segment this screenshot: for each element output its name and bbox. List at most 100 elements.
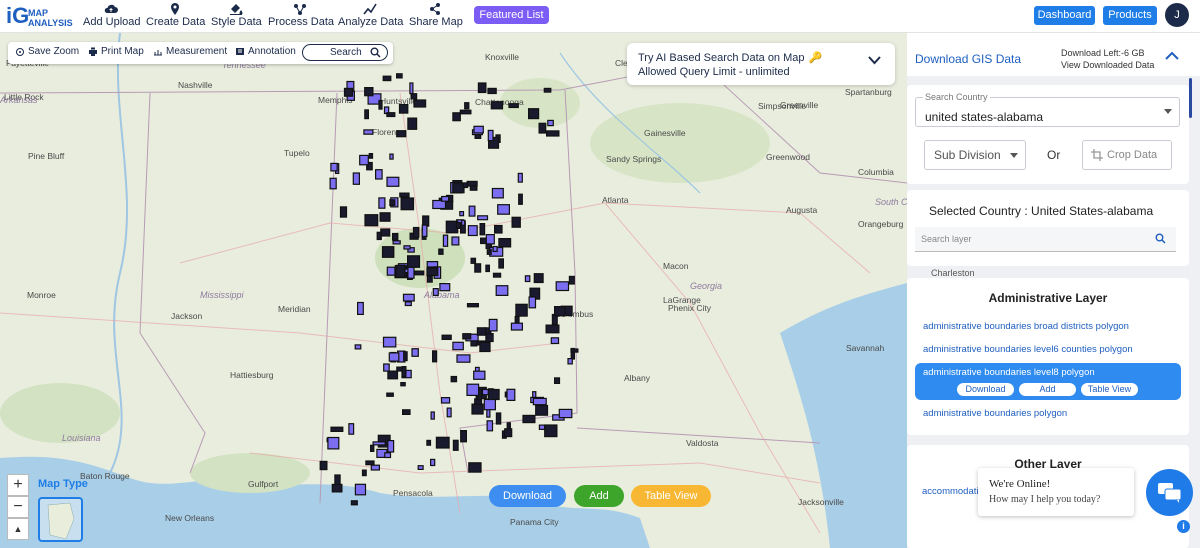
country-select[interactable]: Search Country united states-alabama (915, 92, 1180, 127)
boundary-polygon[interactable] (411, 348, 419, 357)
boundary-polygon[interactable] (396, 73, 403, 79)
boundary-polygon[interactable] (473, 125, 484, 134)
boundary-polygon[interactable] (524, 275, 531, 283)
boundary-polygon[interactable] (392, 240, 401, 245)
boundary-polygon[interactable] (432, 288, 439, 297)
boundary-polygon[interactable] (441, 195, 450, 202)
boundary-polygon[interactable] (567, 358, 573, 365)
layer-download-button[interactable]: Download (957, 383, 1014, 396)
boundary-polygon[interactable] (485, 264, 490, 273)
boundary-polygon[interactable] (486, 420, 494, 432)
boundary-polygon[interactable] (467, 225, 478, 237)
boundary-polygon[interactable] (430, 458, 436, 467)
nav-analyze-data[interactable]: Analyze Data (338, 3, 403, 31)
boundary-polygon[interactable] (396, 130, 407, 138)
save-zoom-button[interactable]: Save Zoom (15, 46, 79, 57)
boundary-polygon[interactable] (487, 388, 500, 401)
boundary-polygon[interactable] (486, 249, 492, 255)
boundary-polygon[interactable] (378, 197, 386, 209)
boundary-polygon[interactable] (407, 255, 421, 268)
boundary-polygon[interactable] (532, 397, 547, 406)
boundary-polygon[interactable] (460, 430, 468, 443)
boundary-polygon[interactable] (464, 102, 470, 110)
view-downloaded-link[interactable]: View Downloaded Data (1061, 59, 1154, 71)
boundary-polygon[interactable] (494, 224, 503, 234)
boundary-polygon[interactable] (528, 296, 537, 309)
boundary-polygon[interactable] (426, 267, 439, 277)
boundary-polygon[interactable] (409, 82, 414, 95)
zoom-in-button[interactable]: + (7, 474, 29, 496)
table-view-button[interactable]: Table View (631, 485, 711, 507)
boundary-polygon[interactable] (398, 103, 409, 114)
download-button[interactable]: Download (489, 485, 566, 507)
boundary-polygon[interactable] (439, 283, 451, 292)
boundary-polygon[interactable] (386, 112, 396, 118)
boundary-polygon[interactable] (479, 341, 491, 353)
boundary-polygon[interactable] (510, 322, 523, 331)
map-type-thumbnail[interactable] (38, 497, 83, 542)
boundary-polygon[interactable] (387, 440, 395, 453)
boundary-polygon[interactable] (412, 226, 420, 238)
boundary-polygon[interactable] (485, 234, 495, 245)
panel-scrollbar[interactable] (1189, 78, 1192, 118)
dashboard-button[interactable]: Dashboard (1034, 6, 1095, 25)
boundary-polygon[interactable] (354, 344, 362, 350)
layer-level8-active[interactable]: administrative boundaries level8 polygon… (915, 363, 1181, 400)
layer-add-button[interactable]: Add (1019, 383, 1076, 396)
boundary-polygon[interactable] (474, 263, 482, 273)
boundary-polygon[interactable] (403, 245, 411, 250)
boundary-polygon[interactable] (383, 363, 390, 372)
layer-table-view-button[interactable]: Table View (1081, 383, 1138, 396)
boundary-polygon[interactable] (375, 169, 383, 180)
boundary-polygon[interactable] (352, 172, 360, 185)
boundary-polygon[interactable] (483, 398, 496, 411)
boundary-polygon[interactable] (407, 117, 418, 130)
boundary-polygon[interactable] (403, 351, 408, 362)
boundary-polygon[interactable] (492, 272, 502, 278)
boundary-polygon[interactable] (452, 183, 465, 194)
boundary-polygon[interactable] (432, 350, 438, 363)
boundary-polygon[interactable] (365, 460, 375, 466)
nav-add-upload[interactable]: Add Upload (83, 3, 141, 31)
boundary-polygon[interactable] (456, 354, 471, 363)
boundary-polygon[interactable] (498, 238, 512, 248)
boundary-polygon[interactable] (327, 436, 340, 450)
boundary-polygon[interactable] (488, 318, 498, 332)
boundary-polygon[interactable] (404, 301, 412, 307)
layer-broad-districts[interactable]: administrative boundaries broad district… (923, 321, 1129, 332)
boundary-polygon[interactable] (426, 439, 432, 446)
boundary-polygon[interactable] (553, 306, 566, 317)
boundary-polygon[interactable] (522, 414, 536, 424)
avatar[interactable]: J (1165, 3, 1189, 27)
boundary-polygon[interactable] (558, 408, 573, 419)
nav-share-map[interactable]: Share Map (409, 3, 463, 31)
boundary-polygon[interactable] (471, 403, 484, 415)
add-button[interactable]: Add (574, 485, 624, 507)
boundary-polygon[interactable] (538, 424, 546, 431)
boundary-polygon[interactable] (545, 130, 560, 137)
map-canvas[interactable]: FayettevilleLittle RockNashvilleKnoxvill… (0, 33, 907, 548)
boundary-polygon[interactable] (459, 211, 465, 217)
boundary-polygon[interactable] (476, 327, 487, 336)
boundary-polygon[interactable] (485, 333, 494, 343)
boundary-polygon[interactable] (370, 464, 380, 471)
boundary-polygon[interactable] (329, 177, 337, 190)
boundary-polygon[interactable] (452, 112, 461, 122)
boundary-polygon[interactable] (399, 192, 410, 198)
boundary-polygon[interactable] (470, 257, 477, 264)
boundary-polygon[interactable] (515, 303, 528, 317)
chevron-down-icon[interactable] (868, 56, 881, 65)
info-icon[interactable]: i (1177, 520, 1190, 533)
boundary-polygon[interactable] (446, 407, 452, 418)
boundary-polygon[interactable] (319, 460, 328, 471)
boundary-polygon[interactable] (553, 377, 561, 384)
boundary-polygon[interactable] (378, 99, 383, 110)
boundary-polygon[interactable] (387, 370, 399, 380)
boundary-polygon[interactable] (477, 215, 489, 221)
boundary-polygon[interactable] (389, 199, 396, 207)
boundary-polygon[interactable] (368, 152, 374, 159)
boundary-polygon[interactable] (380, 228, 391, 237)
boundary-polygon[interactable] (392, 232, 399, 241)
boundary-polygon[interactable] (527, 108, 540, 120)
boundary-polygon[interactable] (466, 303, 479, 308)
